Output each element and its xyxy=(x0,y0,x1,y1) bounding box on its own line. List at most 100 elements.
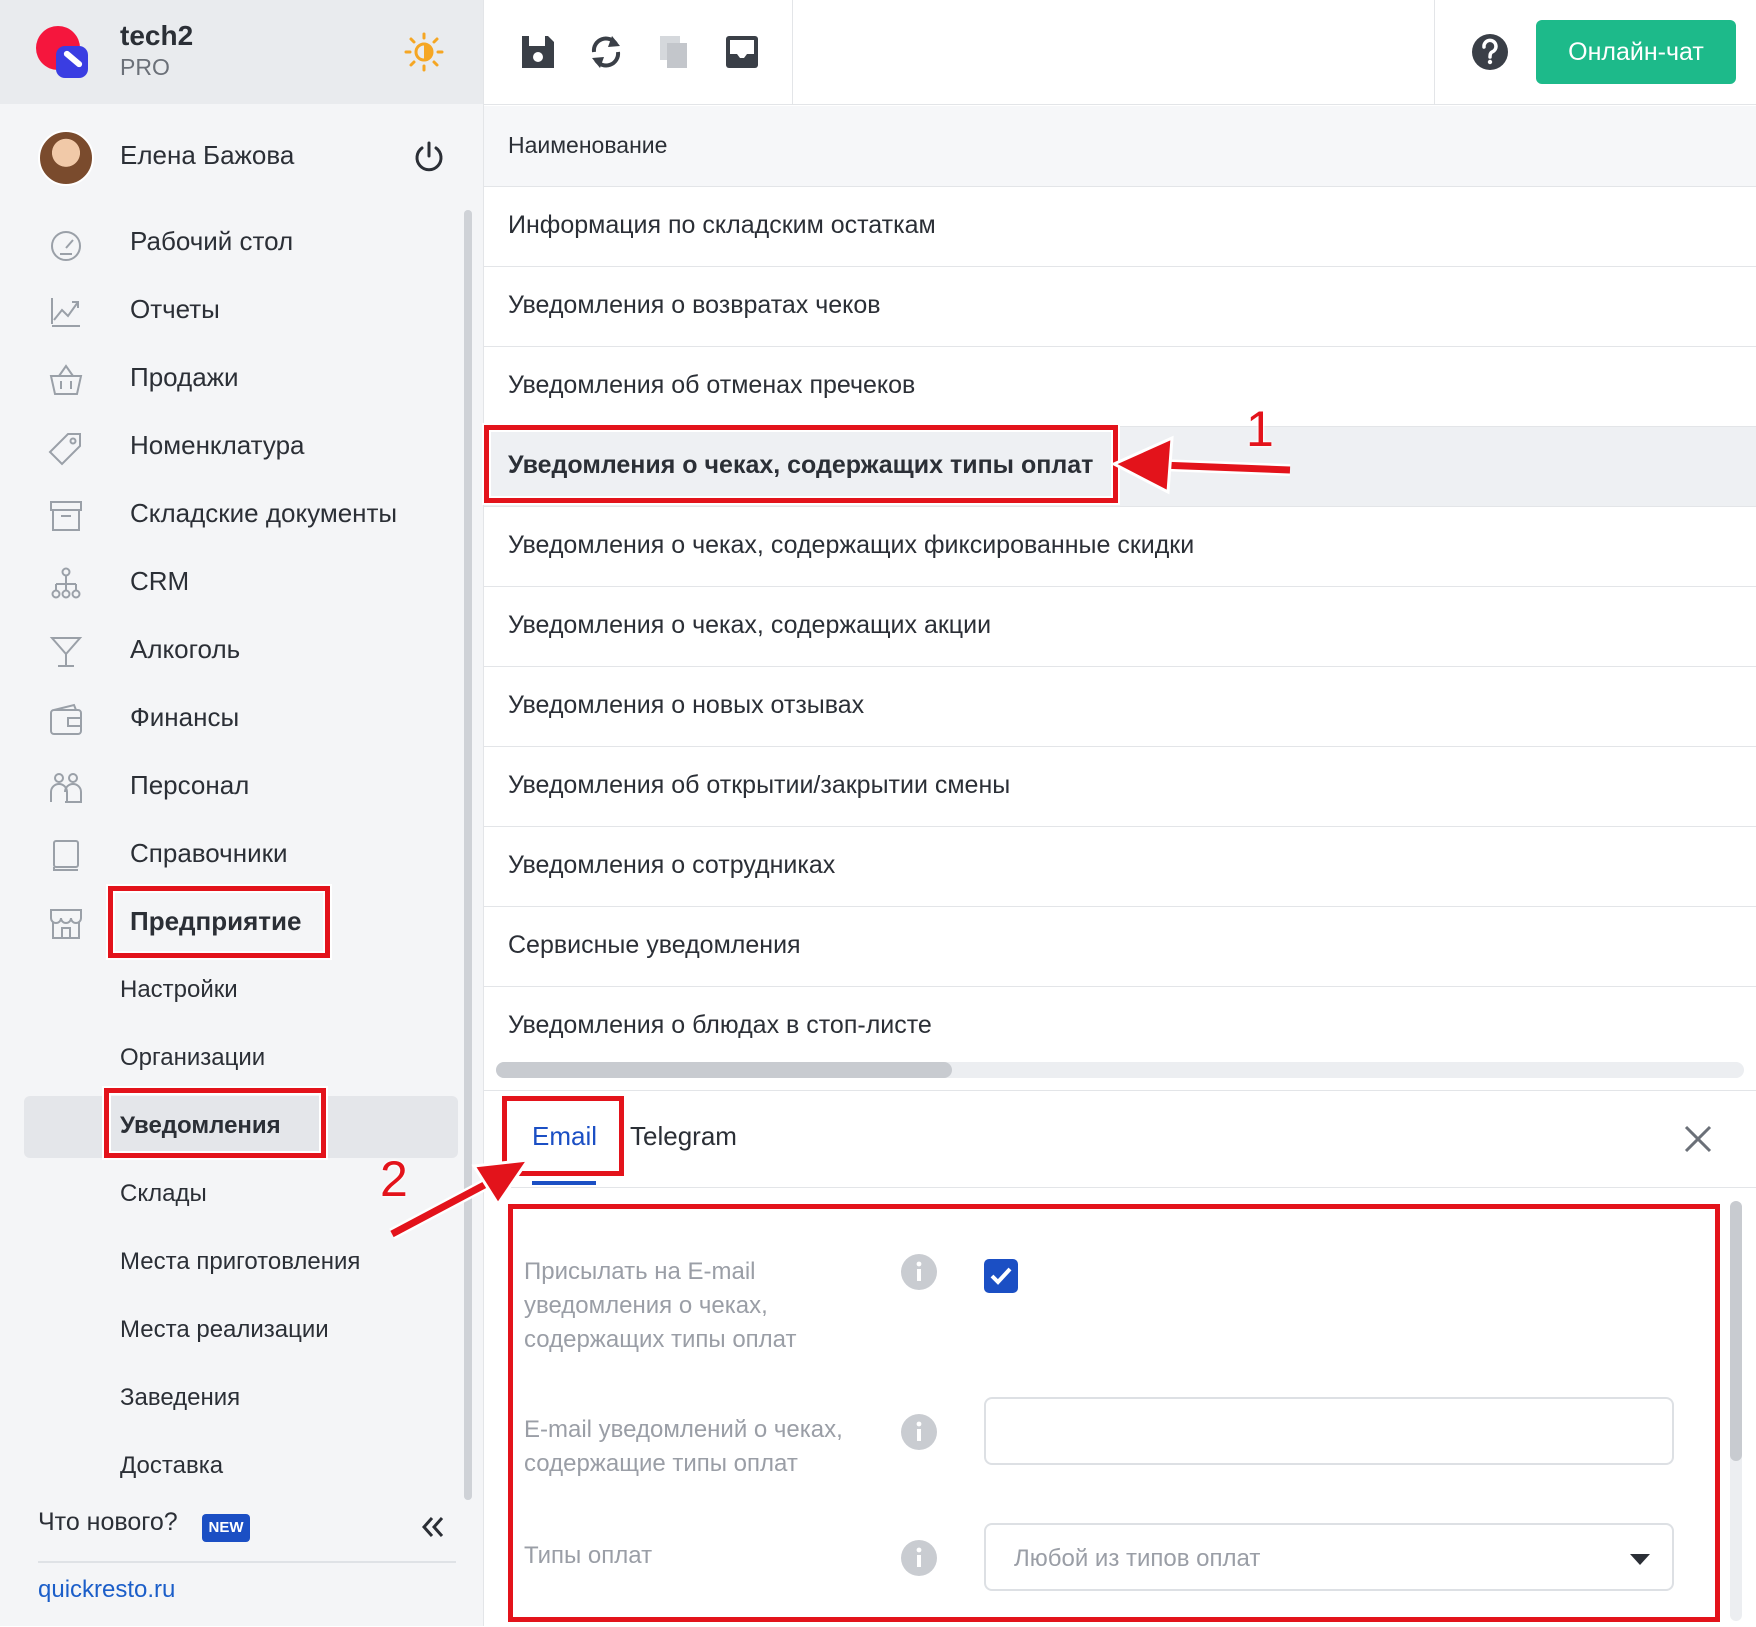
row-label: Уведомления о сотрудниках xyxy=(508,851,836,879)
people-icon xyxy=(50,773,82,803)
detail-scrollbar[interactable] xyxy=(1730,1201,1742,1621)
collapse-sidebar-icon[interactable] xyxy=(418,1512,448,1542)
nav-item-desktop[interactable]: Рабочий стол xyxy=(0,212,460,272)
sub-item-label: Места приготовления xyxy=(120,1248,361,1275)
toolbar-divider xyxy=(1434,0,1435,104)
list-header[interactable]: Наименование xyxy=(484,106,1756,187)
row-label: Сервисные уведомления xyxy=(508,931,801,959)
hierarchy-icon xyxy=(51,567,81,599)
nav-item-alcohol[interactable]: Алкоголь xyxy=(0,620,460,680)
sub-item-delivery[interactable]: Доставка xyxy=(0,1436,460,1498)
refresh-icon[interactable] xyxy=(586,32,626,72)
nav-item-reports[interactable]: Отчеты xyxy=(0,280,460,340)
sub-item-label: Места реализации xyxy=(120,1316,329,1343)
toolbar-divider xyxy=(792,0,793,104)
horizontal-scrollbar[interactable] xyxy=(496,1062,1744,1078)
active-tab-indicator xyxy=(532,1181,596,1185)
annotation-number-2: 2 xyxy=(380,1151,408,1207)
whats-new-link[interactable]: Что нового? xyxy=(38,1508,178,1537)
nav-item-crm[interactable]: CRM xyxy=(0,552,460,612)
tab-telegram[interactable]: Telegram xyxy=(630,1121,737,1152)
sub-item-venues[interactable]: Заведения xyxy=(0,1368,460,1430)
nav-item-nomenclature[interactable]: Номенклатура xyxy=(0,416,460,476)
brand-name: tech2 xyxy=(120,20,194,51)
book-icon xyxy=(53,840,79,871)
store-icon xyxy=(50,909,82,939)
nav-item-label: Рабочий стол xyxy=(130,226,294,256)
table-row[interactable]: Уведомления о сотрудниках xyxy=(484,827,1756,907)
sub-item-label: Настройки xyxy=(120,976,238,1003)
row-label: Уведомления об открытии/закрытии смены xyxy=(508,771,1011,799)
nav-item-label: Отчеты xyxy=(130,294,220,324)
nav-item-label: Продажи xyxy=(130,362,239,392)
save-icon[interactable] xyxy=(518,32,558,72)
nav-item-sales[interactable]: Продажи xyxy=(0,348,460,408)
row-label: Уведомления о чеках, содержащих акции xyxy=(508,611,992,639)
table-row[interactable]: Уведомления о чеках, содержащих фиксиров… xyxy=(484,507,1756,587)
annotation-number-1: 1 xyxy=(1246,401,1274,457)
table-row[interactable]: Уведомления о блюдах в стоп-листе xyxy=(484,987,1756,1057)
table-row[interactable]: Уведомления об открытии/закрытии смены xyxy=(484,747,1756,827)
highlight-email-tab xyxy=(502,1096,624,1176)
row-label: Уведомления о возвратах чеков xyxy=(508,291,881,319)
table-row[interactable]: Уведомления об отменах пречеков xyxy=(484,347,1756,427)
sidebar-scrollbar[interactable] xyxy=(464,210,472,1500)
user-profile: Елена Бажова xyxy=(0,104,483,204)
table-row[interactable]: Уведомления о чеках, содержащих акции xyxy=(484,587,1756,667)
table-row[interactable]: Уведомления о новых отзывах xyxy=(484,667,1756,747)
highlight-notifications xyxy=(104,1088,326,1158)
dashboard-icon xyxy=(51,231,81,261)
nav-item-label: Алкоголь xyxy=(130,634,241,664)
table-row[interactable]: Сервисные уведомления xyxy=(484,907,1756,987)
sub-item-label: Склады xyxy=(120,1180,207,1207)
sidebar: tech2 PRO Елена Бажова Рабочий стол Отче… xyxy=(0,0,484,1626)
close-icon[interactable] xyxy=(1680,1121,1716,1157)
sub-item-cooking-places[interactable]: Места приготовления xyxy=(0,1232,460,1294)
sub-item-label: Заведения xyxy=(120,1384,241,1411)
brand-header: tech2 PRO xyxy=(0,0,483,104)
help-icon[interactable] xyxy=(1470,32,1510,72)
tag-icon xyxy=(48,433,81,466)
nav-item-references[interactable]: Справочники xyxy=(0,824,460,884)
table-row[interactable]: Информация по складским остаткам xyxy=(484,187,1756,267)
highlight-enterprise xyxy=(108,886,330,958)
row-label: Уведомления о новых отзывах xyxy=(508,691,865,719)
sidebar-divider xyxy=(38,1561,456,1563)
avatar[interactable] xyxy=(38,130,94,186)
nav-item-staff[interactable]: Персонал xyxy=(0,756,460,816)
highlight-selected-row xyxy=(484,425,1118,503)
site-link[interactable]: quickresto.ru xyxy=(38,1576,175,1604)
nav-item-label: CRM xyxy=(130,566,190,596)
nav-item-label: Персонал xyxy=(130,770,250,800)
nav-item-label: Складские документы xyxy=(130,498,398,528)
cocktail-icon xyxy=(49,637,83,667)
nav-item-finance[interactable]: Финансы xyxy=(0,688,460,748)
copy-icon[interactable] xyxy=(654,32,694,72)
row-label: Уведомления об отменах пречеков xyxy=(508,371,916,399)
app-logo xyxy=(36,26,92,82)
nav-item-label: Финансы xyxy=(130,702,240,732)
sub-item-label: Организации xyxy=(120,1044,266,1071)
brand-plan: PRO xyxy=(120,54,170,80)
online-chat-button[interactable]: Онлайн-чат xyxy=(1536,20,1736,84)
sub-item-sale-places[interactable]: Места реализации xyxy=(0,1300,460,1362)
row-label: Уведомления о чеках, содержащих фиксиров… xyxy=(508,531,1195,559)
row-label: Информация по складским остаткам xyxy=(508,211,936,239)
user-name[interactable]: Елена Бажова xyxy=(120,140,294,171)
nav-item-warehouse-docs[interactable]: Складские документы xyxy=(0,484,460,544)
inbox-icon[interactable] xyxy=(722,32,762,72)
nav-item-label: Справочники xyxy=(130,838,288,868)
sun-icon[interactable] xyxy=(404,32,444,72)
power-icon[interactable] xyxy=(412,140,446,174)
wallet-icon xyxy=(50,703,82,735)
sub-item-settings[interactable]: Настройки xyxy=(0,960,460,1022)
column-header-name: Наименование xyxy=(508,132,668,158)
new-badge: NEW xyxy=(202,1514,250,1542)
tabs-divider xyxy=(484,1187,1756,1188)
table-row[interactable]: Уведомления о возвратах чеков xyxy=(484,267,1756,347)
sub-item-label: Доставка xyxy=(120,1452,224,1479)
row-label: Уведомления о блюдах в стоп-листе xyxy=(508,1011,932,1039)
basket-icon xyxy=(49,364,83,395)
highlight-email-form xyxy=(508,1204,1720,1622)
sub-item-organizations[interactable]: Организации xyxy=(0,1028,460,1090)
